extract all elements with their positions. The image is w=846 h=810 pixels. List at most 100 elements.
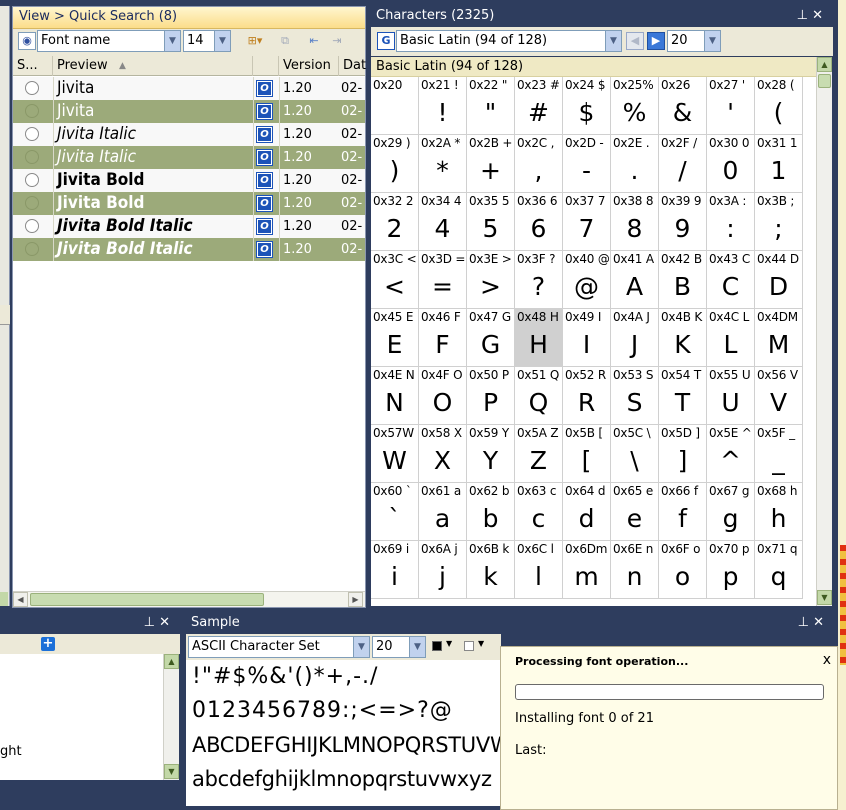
character-cell[interactable]: 0x3E > > — [467, 251, 515, 309]
close-icon[interactable]: ✕ — [813, 615, 828, 630]
font-row[interactable]: Jivita O 1.20 02- — [13, 77, 365, 100]
character-cell[interactable]: 0x53 S S — [611, 367, 659, 425]
font-row[interactable]: Jivita Italic O 1.20 02- — [13, 146, 365, 169]
character-cell[interactable]: 0x68 h h — [755, 483, 803, 541]
character-cell[interactable]: 0x32 2 2 — [371, 193, 419, 251]
size-combo[interactable]: 14 ▼ — [183, 30, 231, 52]
pin-icon[interactable]: ⊥ — [798, 615, 813, 630]
count-combo[interactable]: 20 ▼ — [667, 30, 721, 52]
horizontal-scrollbar[interactable]: ◀ ▶ — [13, 591, 365, 607]
character-cell[interactable]: 0x3B ;; — [755, 193, 803, 251]
character-cell[interactable]: 0x28 (( — [755, 77, 803, 135]
install-radio[interactable] — [25, 196, 39, 210]
bottom-left-vertical-scrollbar[interactable]: ▲ ▼ — [163, 654, 179, 780]
character-cell[interactable]: 0x5C \ \ — [611, 425, 659, 483]
character-cell[interactable]: 0x6B k k — [467, 541, 515, 599]
character-cell[interactable]: 0x3C < < — [371, 251, 419, 309]
character-cell[interactable]: 0x38 8 8 — [611, 193, 659, 251]
font-row[interactable]: Jivita Bold O 1.20 02- — [13, 169, 365, 192]
character-cell[interactable]: 0x44 D D — [755, 251, 803, 309]
add-icon[interactable]: + — [41, 637, 55, 651]
scroll-left-icon[interactable]: ◀ — [13, 592, 28, 607]
character-cell[interactable]: 0x70 p p — [707, 541, 755, 599]
character-cell[interactable]: 0x26 & — [659, 77, 707, 135]
character-cell[interactable]: 0x2C ,, — [515, 135, 563, 193]
install-radio[interactable] — [25, 173, 39, 187]
character-cell[interactable]: 0x54 T T — [659, 367, 707, 425]
glyph-mode-icon[interactable]: G — [377, 32, 395, 50]
character-cell[interactable]: 0x2B + + — [467, 135, 515, 193]
character-cell[interactable]: 0x36 6 6 — [515, 193, 563, 251]
character-cell[interactable]: 0x40 @ @ — [563, 251, 611, 309]
character-cell[interactable]: 0x47 G G — [467, 309, 515, 367]
install-radio[interactable] — [25, 81, 39, 95]
character-cell[interactable]: 0x3F ?? — [515, 251, 563, 309]
character-cell[interactable]: 0x31 1 1 — [755, 135, 803, 193]
font-row[interactable]: Jivita Bold Italic O 1.20 02- — [13, 215, 365, 238]
character-cell[interactable]: 0x62 b b — [467, 483, 515, 541]
sample-size-combo[interactable]: 20 ▼ — [372, 636, 426, 658]
font-row[interactable]: Jivita Italic O 1.20 02- — [13, 123, 365, 146]
character-cell[interactable]: 0x4C L L — [707, 309, 755, 367]
background-color-picker[interactable]: ▼ — [464, 639, 488, 653]
column-status[interactable]: S... — [13, 56, 53, 76]
character-cell[interactable]: 0x6E n n — [611, 541, 659, 599]
chevron-down-icon[interactable]: ▼ — [214, 31, 230, 51]
character-cell[interactable]: 0x6Dm m — [563, 541, 611, 599]
character-cell[interactable]: 0x45 E E — [371, 309, 419, 367]
character-cell[interactable]: 0x51 Q Q — [515, 367, 563, 425]
character-cell[interactable]: 0x5F _ _ — [755, 425, 803, 483]
charset-combo[interactable]: Basic Latin (94 of 128) ▼ — [396, 30, 622, 52]
character-cell[interactable]: 0x35 5 5 — [467, 193, 515, 251]
column-version[interactable]: Version — [279, 56, 339, 76]
character-cell[interactable]: 0x22 " " — [467, 77, 515, 135]
character-cell[interactable]: 0x2A * * — [419, 135, 467, 193]
move-left-icon[interactable]: ⇤ — [305, 32, 323, 50]
character-cell[interactable]: 0x52 R R — [563, 367, 611, 425]
character-cell[interactable]: 0x37 7 7 — [563, 193, 611, 251]
horizontal-scroll-thumb[interactable] — [30, 593, 264, 606]
scroll-up-icon[interactable]: ▲ — [164, 654, 179, 669]
character-cell[interactable]: 0x34 4 4 — [419, 193, 467, 251]
previous-range-icon[interactable]: ◀ — [626, 32, 644, 50]
character-cell[interactable]: 0x30 0 0 — [707, 135, 755, 193]
next-range-icon[interactable]: ▶ — [647, 32, 665, 50]
character-cell[interactable]: 0x25%% — [611, 77, 659, 135]
character-cell[interactable]: 0x42 B B — [659, 251, 707, 309]
character-cell[interactable]: 0x63 c c — [515, 483, 563, 541]
character-cell[interactable]: 0x50 P P — [467, 367, 515, 425]
character-cell[interactable]: 0x48 H H — [515, 309, 563, 367]
left-edge-scroll[interactable] — [0, 592, 8, 606]
font-row[interactable]: Jivita Bold Italic O 1.20 02- — [13, 238, 365, 261]
character-cell[interactable]: 0x5A Z Z — [515, 425, 563, 483]
character-cell[interactable]: 0x39 9 9 — [659, 193, 707, 251]
character-cell[interactable]: 0x66 f f — [659, 483, 707, 541]
character-cell[interactable]: 0x2F / / — [659, 135, 707, 193]
pin-icon[interactable]: ⊥ — [797, 8, 812, 23]
character-cell[interactable]: 0x5E ^ ^ — [707, 425, 755, 483]
install-radio[interactable] — [25, 150, 39, 164]
character-cell[interactable]: 0x64 d d — [563, 483, 611, 541]
character-cell[interactable]: 0x6A j j — [419, 541, 467, 599]
character-cell[interactable]: 0x23 # # — [515, 77, 563, 135]
character-cell[interactable]: 0x57W W — [371, 425, 419, 483]
character-cell[interactable]: 0x21 !! — [419, 77, 467, 135]
chevron-down-icon[interactable]: ▼ — [164, 31, 180, 51]
character-cell[interactable]: 0x43 C C — [707, 251, 755, 309]
chevron-down-icon[interactable]: ▼ — [409, 637, 425, 657]
character-cell[interactable]: 0x3D = = — [419, 251, 467, 309]
close-icon[interactable]: ✕ — [159, 615, 174, 630]
character-cell[interactable]: 0x2E .. — [611, 135, 659, 193]
scroll-right-icon[interactable]: ▶ — [348, 592, 363, 607]
character-cell[interactable]: 0x2D - - — [563, 135, 611, 193]
copy-icon[interactable]: ⧉ — [276, 32, 294, 50]
character-cell[interactable]: 0x67 g g — [707, 483, 755, 541]
character-cell[interactable]: 0x56 V V — [755, 367, 803, 425]
character-cell[interactable]: 0x5B [[ — [563, 425, 611, 483]
character-cell[interactable]: 0x61 a a — [419, 483, 467, 541]
character-cell[interactable]: 0x49 I I — [563, 309, 611, 367]
column-date[interactable]: Dat — [339, 56, 369, 76]
character-cell[interactable]: 0x55 U U — [707, 367, 755, 425]
close-icon[interactable]: ✕ — [812, 8, 827, 23]
left-edge-tab[interactable] — [0, 305, 10, 325]
